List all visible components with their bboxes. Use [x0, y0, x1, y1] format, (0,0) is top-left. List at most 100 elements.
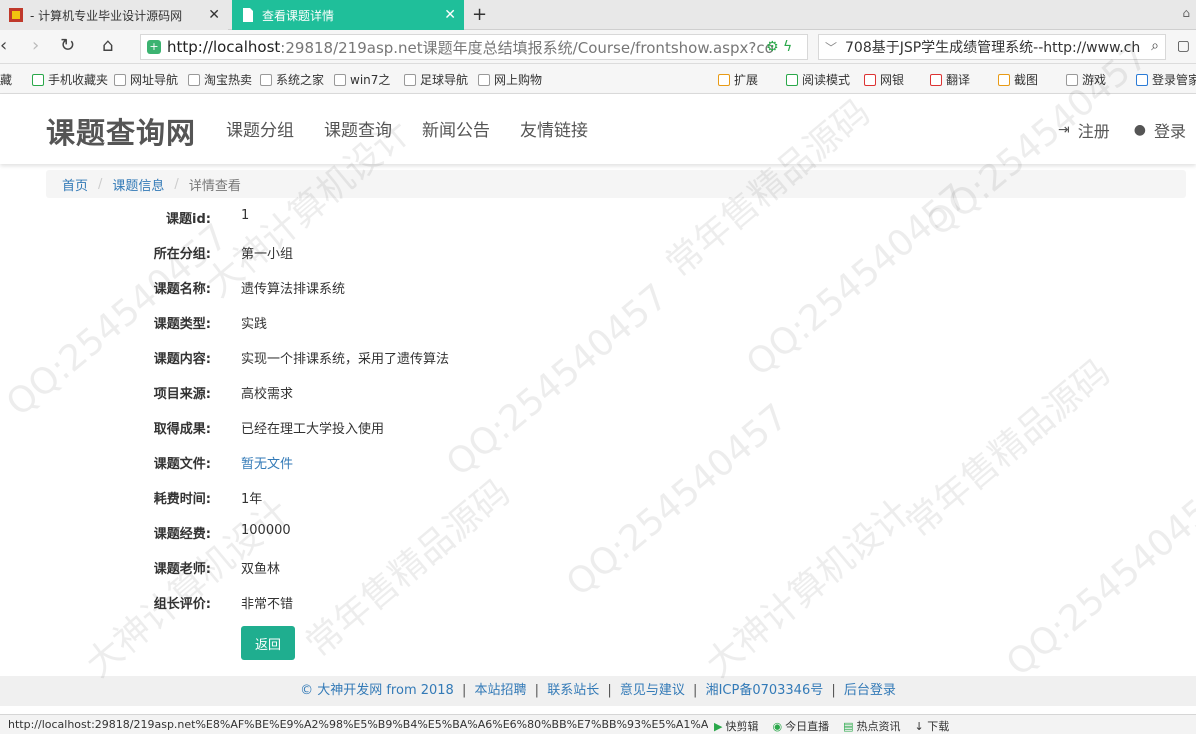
url-host: http://localhost [167, 38, 281, 56]
toolbar-bank[interactable]: 网银 [864, 71, 904, 88]
toolbar-screenshot[interactable]: 截图 [998, 71, 1038, 88]
nav-item-topic-groups[interactable]: 课题分组 [226, 116, 294, 141]
topic-file-link[interactable]: 暂无文件 [241, 453, 293, 472]
page-icon [404, 73, 416, 86]
footer-link-feedback[interactable]: 意见与建议 [620, 683, 685, 698]
site-brand[interactable]: 课题查询网 [46, 110, 196, 152]
breadcrumb-section[interactable]: 课题信息 [112, 175, 164, 194]
footer-link-jobs[interactable]: 本站招聘 [475, 683, 527, 698]
forward-arrow-icon[interactable]: › [32, 36, 39, 56]
page-icon [478, 73, 490, 86]
detail-row-source: 项目来源: 高校需求 [0, 374, 700, 409]
browser-tab-1-title: - 计算机专业毕业设计源码网 [30, 8, 183, 23]
login-label: 登录 [1153, 122, 1186, 141]
detail-label: 课题类型: [153, 317, 211, 332]
toolbar-translate[interactable]: 翻译 [930, 71, 970, 88]
login-link[interactable]: ● 登录 [1134, 118, 1186, 142]
bookmark-item[interactable]: 藏 [0, 71, 12, 88]
footer-link-contact[interactable]: 联系站长 [547, 683, 599, 698]
user-links: ⇥ 注册 ● 登录 [1058, 118, 1186, 142]
watermark-text: 常年售精品源码 [898, 351, 1118, 546]
footer-link-admin[interactable]: 后台登录 [844, 683, 896, 698]
detail-label: 组长评价: [153, 597, 211, 612]
detail-value: 实践 [241, 317, 268, 332]
address-bar[interactable]: + http://localhost:29818/219asp.net课题年度总… [140, 34, 808, 60]
reload-icon[interactable]: ↻ [60, 36, 75, 56]
status-item-news[interactable]: ▤ 热点资讯 [843, 718, 900, 734]
search-icon[interactable]: ⌕ [1151, 38, 1159, 54]
toolbar-extension[interactable]: 扩展 [718, 71, 758, 88]
extension-icon [718, 73, 730, 86]
browser-statusbar: http://localhost:29818/219asp.net%E8%AF%… [0, 714, 1196, 734]
status-item-quick-clip[interactable]: ▶ 快剪辑 [714, 718, 758, 734]
status-item-download[interactable]: ↓ 下载 [914, 718, 949, 734]
bookmark-item[interactable]: 淘宝热卖 [188, 71, 252, 88]
footer-separator: | [831, 683, 836, 698]
status-item-live[interactable]: ◉ 今日直播 [772, 718, 829, 734]
browser-tab-1[interactable]: - 计算机专业毕业设计源码网 ✕ [0, 0, 228, 30]
detail-value: 第一小组 [241, 247, 294, 262]
detail-label: 课题id: [166, 212, 211, 227]
detail-label: 课题名称: [153, 282, 211, 297]
breadcrumb-separator: / [174, 176, 179, 192]
toolbar-login-manager[interactable]: 登录管家 [1136, 71, 1196, 88]
new-tab-plus-icon[interactable]: + [472, 4, 487, 25]
bookmark-item[interactable]: win7之 [334, 71, 390, 88]
detail-row-teacher: 课题老师: 双鱼林 [0, 549, 700, 584]
detail-row-content: 课题内容: 实现一个排课系统，采用了遗传算法 [0, 339, 700, 374]
detail-value: 遗传算法排课系统 [241, 282, 346, 297]
site-footer: © 大神开发网 from 2018 | 本站招聘 | 联系站长 | 意见与建议 … [0, 676, 1196, 706]
footer-separator: | [534, 683, 540, 698]
back-button[interactable]: 返回 [241, 626, 295, 660]
gamepad-icon [1066, 73, 1078, 86]
accelerate-lightning-icon[interactable]: ⚙ ϟ [766, 39, 792, 55]
bookmark-item[interactable]: 网址导航 [114, 71, 178, 88]
bookmark-item[interactable]: 手机收藏夹 [32, 71, 108, 88]
search-box[interactable]: ﹀ 708基于JSP学生成绩管理系统--http://www.ch ⌕ [818, 34, 1166, 60]
nav-item-links[interactable]: 友情链接 [520, 116, 588, 141]
nav-item-news[interactable]: 新闻公告 [422, 116, 490, 141]
footer-link-icp[interactable]: 湘ICP备0703346号 [706, 683, 824, 698]
detail-row-evaluation: 组长评价: 非常不错 [0, 584, 700, 619]
breadcrumb-current: 详情查看 [188, 178, 241, 194]
play-icon: ▶ [714, 720, 723, 733]
bookmark-item[interactable]: 系统之家 [260, 71, 324, 88]
toolbar-games[interactable]: 游戏 [1066, 71, 1106, 88]
nav-item-topic-search[interactable]: 课题查询 [324, 116, 392, 141]
download-icon: ↓ [914, 720, 928, 733]
detail-value: 非常不错 [241, 597, 294, 612]
breadcrumb-separator: / [98, 176, 103, 192]
topic-detail: 课题id: 1 所在分组: 第一小组 课题名称: 遗传算法排课系统 课题类型: 实践 课… [0, 199, 700, 619]
search-engine-dropdown-icon[interactable]: ﹀ [825, 39, 837, 56]
main-nav: 课题分组 课题查询 新闻公告 友情链接 [226, 116, 588, 141]
translate-icon [930, 73, 942, 86]
status-items: ▶ 快剪辑 ◉ 今日直播 ▤ 热点资讯 ↓ 下载 [714, 718, 949, 734]
browser-navbar: ‹ › ↻ ⌂ + http://localhost:29818/219asp.… [0, 30, 1196, 64]
browser-tab-2-title: 查看课题详情 [262, 8, 335, 23]
bookmark-item[interactable]: 足球导航 [404, 71, 468, 88]
page-icon [114, 73, 126, 86]
footer-separator: | [693, 683, 698, 698]
bookmark-item[interactable]: 网上购物 [478, 71, 542, 88]
toolbar-reading-mode[interactable]: 阅读模式 [786, 71, 850, 88]
search-box-text: 708基于JSP学生成绩管理系统--http://www.ch [845, 40, 1141, 56]
back-arrow-icon[interactable]: ‹ [0, 36, 7, 56]
menu-grid-icon[interactable]: ▢ [1177, 38, 1190, 54]
secure-shield-icon: + [147, 40, 161, 54]
detail-value: 1年 [241, 492, 263, 507]
register-link[interactable]: ⇥ 注册 [1058, 118, 1110, 142]
breadcrumb-home[interactable]: 首页 [62, 175, 88, 194]
browser-tabbar: - 计算机专业毕业设计源码网 ✕ 查看课题详情 ✕ + ⌂ [0, 0, 1196, 30]
detail-label: 取得成果: [153, 422, 211, 437]
tab-close-icon[interactable]: ✕ [444, 7, 456, 23]
browser-tab-2[interactable]: 查看课题详情 ✕ [232, 0, 464, 30]
window-shirt-icon[interactable]: ⌂ [1182, 6, 1190, 20]
detail-value: 高校需求 [241, 387, 294, 402]
detail-row-group: 所在分组: 第一小组 [0, 234, 700, 269]
detail-label: 课题经费: [153, 527, 211, 542]
tab-close-icon[interactable]: ✕ [208, 7, 220, 23]
detail-row-id: 课题id: 1 [0, 199, 700, 234]
detail-row-type: 课题类型: 实践 [0, 304, 700, 339]
home-icon[interactable]: ⌂ [102, 36, 113, 56]
page-icon [260, 73, 272, 86]
